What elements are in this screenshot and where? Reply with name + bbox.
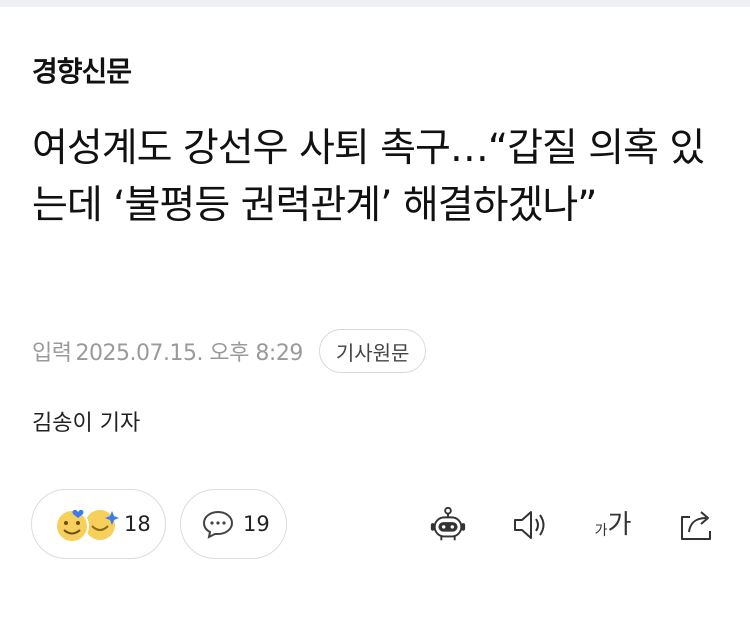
article-headline: 여성계도 강선우 사퇴 촉구…“갑질 의혹 있는데 ‘불평등 권력관계’ 해결하… xyxy=(32,126,705,228)
smile-emoji-icon xyxy=(55,509,119,543)
reaction-button[interactable]: 18 xyxy=(31,489,166,559)
font-size-button[interactable]: 가 가 xyxy=(590,505,636,545)
press-logo[interactable]: 경향신문 xyxy=(32,50,132,90)
input-label: 입력 xyxy=(32,341,72,366)
font-size-icon: 가 가 xyxy=(595,512,632,538)
original-article-button[interactable]: 기사원문 xyxy=(318,329,427,373)
comment-button[interactable]: 19 xyxy=(180,489,287,559)
top-bar xyxy=(0,0,750,7)
comment-count: 19 xyxy=(243,512,270,536)
share-button[interactable] xyxy=(676,505,716,545)
article-meta: 입력 2025.07.15. 오후 8:29 기사원문 xyxy=(32,328,427,374)
summary-button[interactable] xyxy=(428,505,468,545)
speaker-icon xyxy=(514,511,545,539)
comment-icon xyxy=(202,510,234,539)
font-size-small: 가 xyxy=(594,523,608,539)
font-size-large: 가 xyxy=(607,510,632,540)
reporter-name[interactable]: 김송이 기자 xyxy=(32,405,140,437)
reaction-count: 18 xyxy=(124,512,151,536)
share-icon xyxy=(681,511,711,540)
robot-summary-icon xyxy=(430,506,466,541)
article-date: 2025.07.15. 오후 8:29 xyxy=(75,341,303,366)
listen-button[interactable] xyxy=(510,505,550,545)
